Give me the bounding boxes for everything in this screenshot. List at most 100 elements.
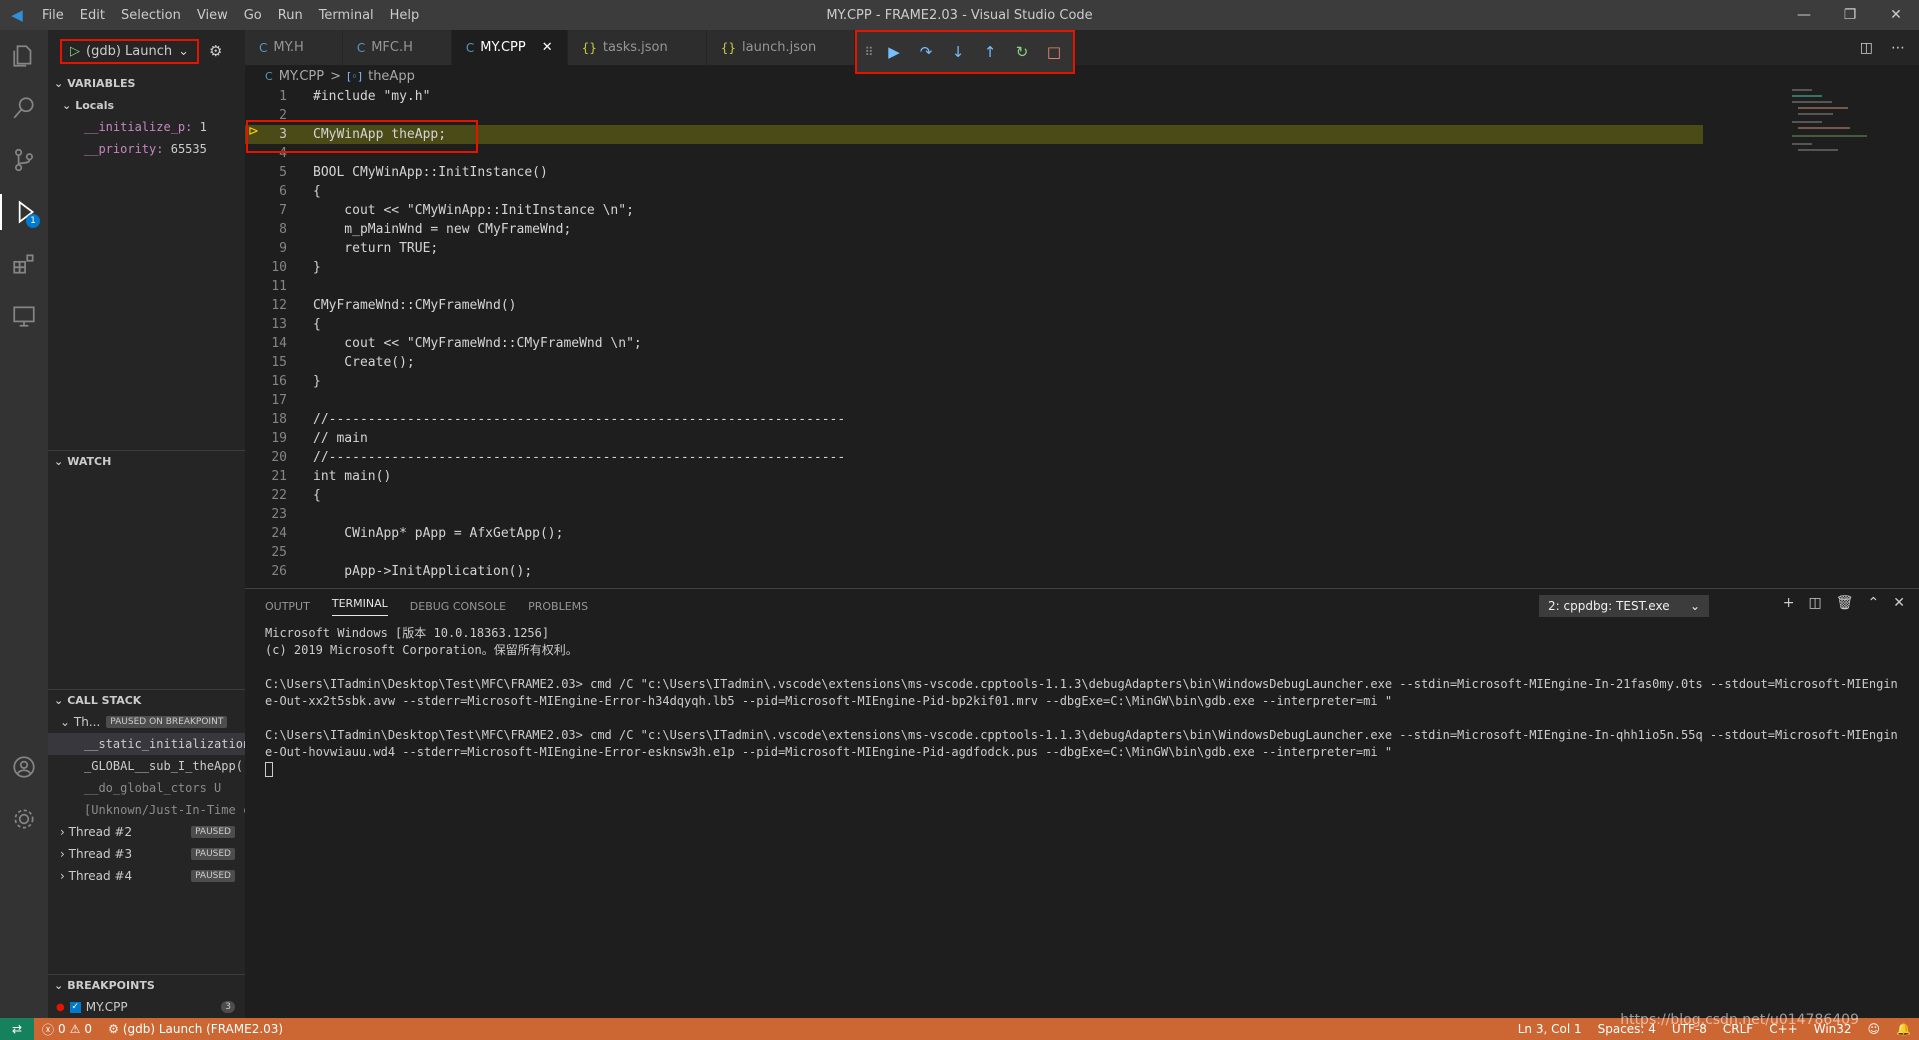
code-editor[interactable]: 1 #include "my.h" 2 3 CMyWinApp theApp; 4 …: [245, 87, 1919, 582]
search-icon[interactable]: [0, 82, 48, 134]
cursor-position[interactable]: Ln 3, Col 1: [1510, 1022, 1590, 1036]
stack-frame-label: __do_global_ctors U: [84, 781, 222, 795]
activity-bar: 1: [0, 30, 48, 1018]
account-icon[interactable]: [0, 741, 48, 793]
debug-sidebar: ▷ (gdb) Launch ⌄ ⚙ ⌄ VARIABLES ⌄ Locals __…: [48, 30, 245, 1018]
remote-indicator-icon[interactable]: ⇄: [0, 1018, 34, 1040]
thread-status-badge: PAUSED ON BREAKPOINT: [106, 716, 228, 728]
continue-icon[interactable]: ▶: [881, 39, 907, 65]
launch-settings-gear-icon[interactable]: ⚙: [209, 42, 222, 60]
breadcrumb-symbol[interactable]: theApp: [368, 69, 415, 84]
feedback-icon[interactable]: ☺: [1860, 1022, 1889, 1036]
stack-frame[interactable]: _GLOBAL__sub_I_theApp(: [48, 755, 245, 777]
extensions-icon[interactable]: [0, 238, 48, 290]
manage-gear-icon[interactable]: [0, 793, 48, 845]
source-control-icon[interactable]: [0, 134, 48, 186]
tab-debug-console[interactable]: DEBUG CONSOLE: [410, 600, 506, 613]
variable-row[interactable]: __initialize_p: 1: [48, 116, 245, 138]
tab-mfc-h[interactable]: C MFC.H: [342, 30, 452, 65]
line-number: 7: [279, 203, 287, 218]
thread-row[interactable]: › Thread #2 PAUSED: [48, 821, 245, 843]
stack-frame[interactable]: __do_global_ctors U: [48, 777, 245, 799]
menu-file[interactable]: File: [34, 8, 72, 23]
menu-go[interactable]: Go: [236, 8, 270, 23]
variable-row[interactable]: __priority: 65535: [48, 138, 245, 160]
restore-icon[interactable]: ❐: [1827, 0, 1873, 30]
breadcrumb-file[interactable]: MY.CPP: [279, 69, 324, 84]
warning-icon: ⚠: [69, 1022, 81, 1036]
step-over-icon[interactable]: ↷: [913, 39, 939, 65]
debug-badge: 1: [26, 214, 40, 228]
debug-status-label: (gdb) Launch (FRAME2.03): [122, 1022, 284, 1036]
watermark: https://blog.csdn.net/u014786409: [1620, 1012, 1859, 1028]
call-stack-title: CALL STACK: [67, 694, 142, 707]
step-out-icon[interactable]: ↑: [977, 39, 1003, 65]
split-editor-icon[interactable]: ◫: [1860, 40, 1873, 56]
launch-config-select[interactable]: ▷ (gdb) Launch ⌄: [60, 38, 200, 64]
explorer-icon[interactable]: [0, 30, 48, 82]
code-text: cout << "CMyFrameWnd::CMyFrameWnd \n";: [313, 336, 642, 351]
menu-selection[interactable]: Selection: [113, 8, 189, 23]
call-stack-header[interactable]: ⌄ CALL STACK: [48, 689, 245, 711]
maximize-panel-icon[interactable]: ⌃: [1868, 595, 1880, 611]
tab-launch-json[interactable]: {} launch.json: [706, 30, 856, 65]
thread-status-badge: PAUSED: [191, 826, 235, 838]
menu-help[interactable]: Help: [382, 8, 428, 23]
locals-label: Locals: [75, 98, 115, 112]
tab-terminal[interactable]: TERMINAL: [331, 597, 388, 616]
minimap[interactable]: [1790, 87, 1885, 177]
chevron-down-icon: ⌄: [54, 76, 64, 90]
locals-scope[interactable]: ⌄ Locals: [48, 94, 245, 116]
stack-frame[interactable]: [Unknown/Just-In-Time c: [48, 799, 245, 821]
warning-count: 0: [84, 1022, 93, 1036]
watch-title: WATCH: [67, 455, 112, 468]
remote-explorer-icon[interactable]: [0, 290, 48, 342]
variables-section-header[interactable]: ⌄ VARIABLES: [48, 72, 245, 94]
terminal-select[interactable]: 2: cppdbg: TEST.exe ⌄: [1539, 595, 1709, 617]
tab-output[interactable]: OUTPUT: [265, 600, 310, 613]
watch-section-header[interactable]: ⌄ WATCH: [48, 450, 245, 472]
stop-icon[interactable]: □: [1041, 39, 1067, 65]
code-text: return TRUE;: [313, 241, 439, 256]
thread-row[interactable]: › Thread #4 PAUSED: [48, 865, 245, 887]
close-window-icon[interactable]: ✕: [1873, 0, 1919, 30]
run-debug-icon[interactable]: 1: [0, 186, 48, 238]
menu-terminal[interactable]: Terminal: [311, 8, 382, 23]
step-into-icon[interactable]: ↓: [945, 39, 971, 65]
terminal-output[interactable]: Microsoft Windows [版本 10.0.18363.1256] (c…: [245, 623, 1919, 780]
notifications-bell-icon[interactable]: 🔔: [1888, 1022, 1919, 1036]
menu-edit[interactable]: Edit: [72, 8, 113, 23]
split-terminal-icon[interactable]: ◫: [1809, 595, 1822, 611]
launch-config-label: (gdb) Launch: [86, 43, 173, 59]
terminal-line: C:\Users\ITadmin\Desktop\Test\MFC\FRAME2…: [265, 677, 1898, 708]
breakpoints-header[interactable]: ⌄ BREAKPOINTS: [48, 974, 245, 996]
tab-problems[interactable]: PROBLEMS: [528, 600, 588, 613]
breakpoint-item[interactable]: ● ✓ MY.CPP 3: [48, 996, 245, 1018]
line-number: 25: [271, 545, 287, 560]
new-terminal-icon[interactable]: +: [1783, 595, 1795, 611]
tab-my-cpp[interactable]: C MY.CPP ✕: [451, 30, 568, 65]
checkbox-checked-icon[interactable]: ✓: [69, 1001, 81, 1013]
kill-terminal-icon[interactable]: 🗑: [1836, 595, 1854, 611]
more-actions-icon[interactable]: ⋯: [1891, 40, 1905, 56]
drag-handle-icon[interactable]: ⠿: [863, 39, 875, 65]
menu-view[interactable]: View: [189, 8, 236, 23]
minimize-icon[interactable]: —: [1781, 0, 1827, 30]
tab-label: tasks.json: [602, 40, 668, 55]
line-number: 21: [271, 469, 287, 484]
stack-frame[interactable]: __static_initialization: [48, 733, 245, 755]
tab-tasks-json[interactable]: {} tasks.json: [567, 30, 707, 65]
restart-icon[interactable]: ↻: [1009, 39, 1035, 65]
problems-indicator[interactable]: ⓧ 0 ⚠ 0: [34, 1021, 100, 1038]
tab-my-h[interactable]: C MY.H: [245, 30, 343, 65]
code-text: int main(): [313, 469, 392, 484]
thread-row[interactable]: ⌄ Th... PAUSED ON BREAKPOINT: [48, 711, 245, 733]
menu-run[interactable]: Run: [270, 8, 311, 23]
debug-status[interactable]: ⚙ (gdb) Launch (FRAME2.03): [100, 1022, 291, 1036]
thread-row[interactable]: › Thread #3 PAUSED: [48, 843, 245, 865]
start-debug-icon[interactable]: ▷: [70, 44, 80, 59]
close-tab-icon[interactable]: ✕: [542, 40, 553, 55]
close-panel-icon[interactable]: ✕: [1893, 595, 1905, 611]
code-text: pApp->InitApplication();: [313, 564, 533, 579]
line-number: 9: [279, 241, 287, 256]
